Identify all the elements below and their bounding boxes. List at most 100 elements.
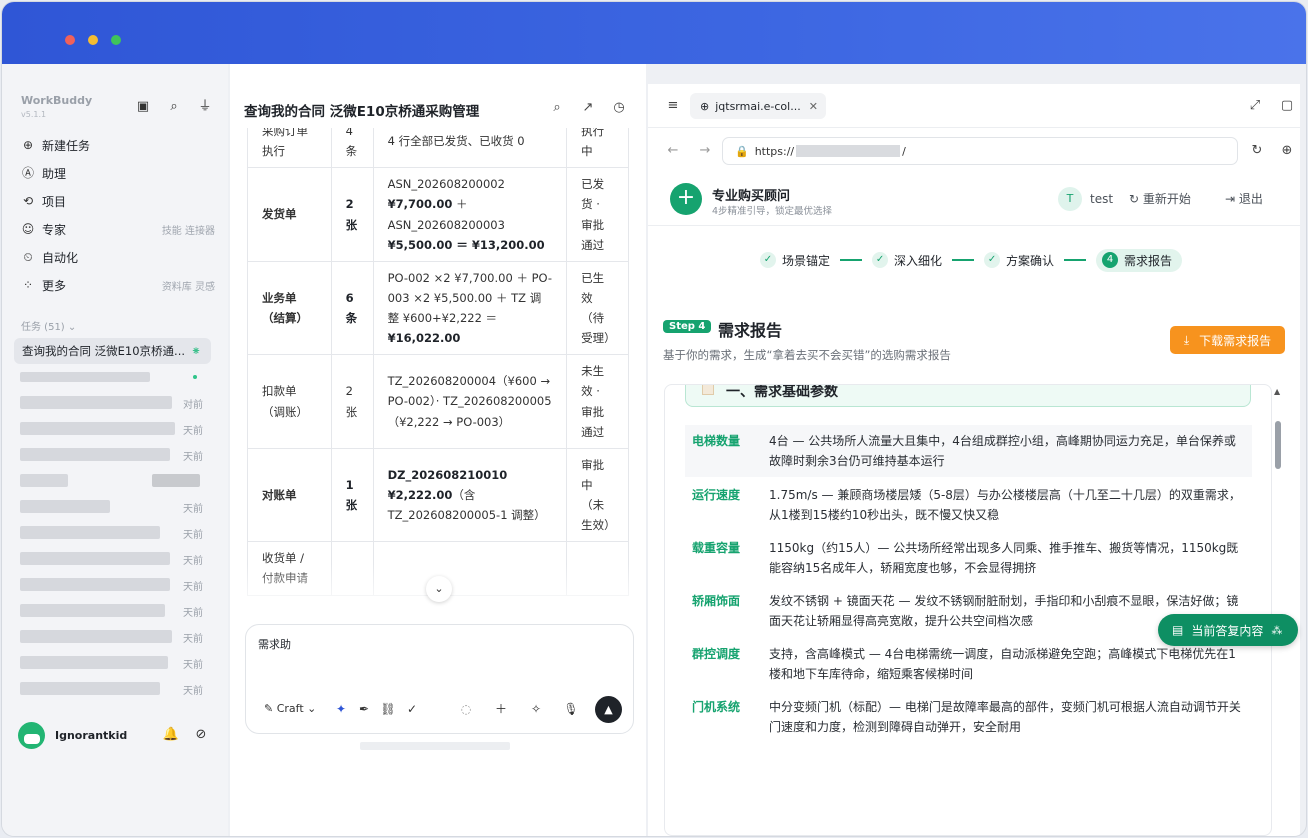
check-icon: ✓ xyxy=(984,252,1001,268)
task-item[interactable]: 对前 xyxy=(18,396,203,411)
sparkle-icon[interactable]: ✧ xyxy=(528,701,544,717)
step-1[interactable]: ✓ 场景锚定 xyxy=(760,252,830,269)
refresh-icon[interactable]: ↻ xyxy=(1248,142,1266,160)
username: Ignorantkid xyxy=(55,729,128,742)
task-item[interactable]: 天前 xyxy=(18,422,203,437)
scroll-up-icon[interactable]: ▲ xyxy=(1274,387,1280,396)
model-icon[interactable]: ✦ xyxy=(333,701,349,717)
close-window-button[interactable] xyxy=(65,35,75,45)
history-icon[interactable]: ◷ xyxy=(610,99,628,117)
task-item[interactable]: 天前 xyxy=(18,526,203,541)
step-3[interactable]: ✓ 方案确认 xyxy=(984,252,1054,269)
param-row: 门机系统 中分变频门机（标配）— 电梯门是故障率最高的部件，变频门机可根据人流自动… xyxy=(692,700,1241,734)
step-4-current[interactable]: 4 需求报告 xyxy=(1096,248,1183,272)
attach-link-icon[interactable]: ⛓ xyxy=(380,701,396,717)
filter-icon[interactable]: ⏚ xyxy=(196,98,214,116)
back-icon[interactable]: ← xyxy=(664,142,682,160)
app-title: 专业购买顾问 xyxy=(712,189,791,204)
link-icon[interactable]: ⊘ xyxy=(192,726,210,744)
toggle-sidebar-icon[interactable]: ▣ xyxy=(134,98,152,116)
panel-toggle-icon[interactable]: ▢ xyxy=(1278,97,1296,115)
minimize-window-button[interactable] xyxy=(88,35,98,45)
lock-icon: 🔒 xyxy=(735,144,749,158)
plus-circle-icon: ⊕ xyxy=(22,138,34,152)
nav-more[interactable]: ⁘ 更多 资料库 灵感 xyxy=(20,274,215,296)
globe-icon: ⊕ xyxy=(700,99,710,113)
craft-icon: ✎ xyxy=(264,702,277,715)
task-item[interactable]: 天前 xyxy=(18,448,203,463)
menu-icon[interactable]: ≡ xyxy=(664,97,682,115)
url-bar[interactable]: 🔒 https:// / xyxy=(722,137,1238,165)
bell-icon[interactable]: 🔔 xyxy=(162,726,180,744)
detail-text: TZ_202608200004（¥600 → PO-002）· TZ_20260… xyxy=(387,374,552,429)
param-row: 载重容量 1150kg（约15人）— 公共场所经常出现多人同乘、推手推车、搬货等情… xyxy=(692,541,1239,575)
check-circle-icon[interactable]: ✓ xyxy=(404,701,420,717)
forward-icon[interactable]: → xyxy=(696,142,714,160)
user-profile[interactable]: Ignorantkid xyxy=(18,722,127,749)
nav-automation[interactable]: ⏲ 自动化 xyxy=(20,246,215,268)
microphone-icon[interactable]: 🎙 xyxy=(563,701,579,717)
doc-type-cell: 发货单 xyxy=(247,167,332,262)
app-subtitle: 4步精准引导，锁定最优选择 xyxy=(712,206,833,217)
task-item[interactable] xyxy=(18,474,203,488)
task-item[interactable]: 天前 xyxy=(18,630,203,645)
check-icon: ✓ xyxy=(872,252,889,268)
task-item[interactable]: 天前 xyxy=(18,500,203,515)
sidebar: WorkBuddy v5.1.1 ▣ ⌕ ⏚ ⊕ 新建任务 Ⓐ 助理 ⟲ 项目 ☺ 专家… xyxy=(2,64,228,836)
mode-selector[interactable]: ✎ Craft ⌄ xyxy=(264,702,316,715)
send-button[interactable]: ▲ xyxy=(595,696,622,723)
close-tab-icon[interactable]: ✕ xyxy=(809,100,818,113)
more-icon: ⁘ xyxy=(22,278,34,292)
redacted-text xyxy=(20,474,68,487)
nav-new-task[interactable]: ⊕ 新建任务 xyxy=(20,134,215,156)
step-2[interactable]: ✓ 深入细化 xyxy=(872,252,942,269)
count-cell: 6条 xyxy=(330,260,374,356)
current-reply-button[interactable]: ▤ 当前答复内容 ⁂ xyxy=(1158,614,1298,646)
nav-hint: 资料库 灵感 xyxy=(161,281,215,293)
task-item[interactable]: 天前 xyxy=(18,682,203,697)
redacted-text xyxy=(20,372,150,382)
tools-icon[interactable]: ✒ xyxy=(356,701,372,717)
download-report-button[interactable]: ⤓ 下载需求报告 xyxy=(1170,326,1285,354)
status-cell: 执行中 xyxy=(566,128,629,169)
automation-icon: ⏲ xyxy=(23,250,33,264)
redacted-footnote xyxy=(360,742,510,750)
browser-tab[interactable]: ⊕ jqtsrmai.e-col... ✕ xyxy=(690,93,826,119)
nav-experts[interactable]: ☺ 专家 技能 连接器 xyxy=(20,218,215,240)
expand-icon[interactable]: ⤢ xyxy=(1246,97,1264,115)
scroll-thumb[interactable] xyxy=(1275,421,1281,469)
task-item[interactable]: 天前 xyxy=(18,656,203,671)
report-scrollbar[interactable]: ▲ xyxy=(1273,387,1283,836)
share-icon[interactable]: ↗ xyxy=(579,99,597,117)
nav-assistant[interactable]: Ⓐ 助理 xyxy=(20,162,215,184)
add-icon[interactable]: ＋ xyxy=(493,701,509,717)
table-row: 业务单（结算） 6条 PO-002 ×2 ¥7,700.00 ＋ PO-003 ×2… xyxy=(247,260,629,356)
task-item[interactable]: 天前 xyxy=(18,578,203,593)
search-icon[interactable]: ⌕ xyxy=(165,98,183,116)
task-item[interactable] xyxy=(18,372,203,386)
add-logo-icon: + xyxy=(670,183,702,215)
composer-input[interactable]: 需求助 xyxy=(258,636,291,652)
globe-icon[interactable]: ⊕ xyxy=(1278,142,1296,160)
step-badge: Step 4 xyxy=(663,320,712,333)
nav-projects[interactable]: ⟲ 项目 xyxy=(20,190,215,212)
message-composer[interactable]: 需求助 ✎ Craft ⌄ ✦ ✒ ⛓ ✓ ◌ ＋ ✧ 🎙 ▲ xyxy=(245,624,634,734)
logout-button[interactable]: ⇥ 退出 xyxy=(1225,190,1263,207)
scroll-down-button[interactable]: ⌄ xyxy=(426,576,452,602)
detail-text: ¥16,022.00 xyxy=(387,331,461,346)
nav-hint: 技能 连接器 xyxy=(161,225,215,237)
search-icon[interactable]: ⌕ xyxy=(548,99,566,117)
task-item[interactable]: 天前 xyxy=(18,552,203,567)
restart-button[interactable]: ↻ 重新开始 xyxy=(1129,190,1191,207)
maximize-window-button[interactable] xyxy=(111,35,121,45)
sparkle-icon: ⁂ xyxy=(1271,623,1283,637)
param-row: 运行速度 1.75m/s — 兼顾商场楼层矮（5-8层）与办公楼楼层高（十几至二十… xyxy=(692,488,1241,522)
step-number: 4 xyxy=(1102,252,1119,268)
task-item-active[interactable]: 查询我的合同 泛微E10京桥通... ⁕ xyxy=(14,338,211,364)
loading-icon: ◌ xyxy=(460,702,472,716)
user-chip[interactable]: Ttest xyxy=(1058,187,1113,211)
task-item[interactable]: 天前 xyxy=(18,604,203,619)
redacted-text xyxy=(20,578,170,591)
report-title: 需求报告 xyxy=(718,321,783,340)
tasks-header[interactable]: 任务 (51) ⌄ xyxy=(21,318,76,333)
